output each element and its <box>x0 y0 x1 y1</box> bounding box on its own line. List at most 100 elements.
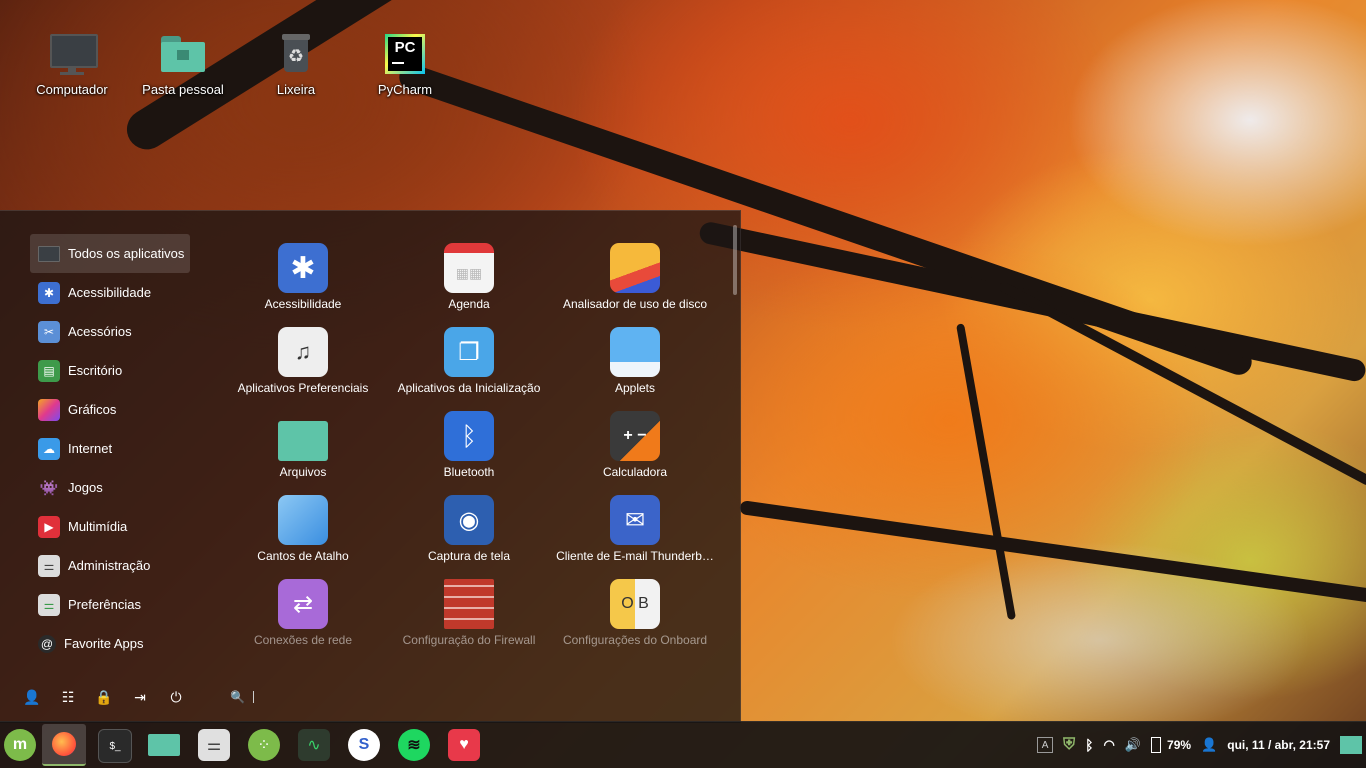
home-folder-icon <box>159 30 207 78</box>
category-preferences[interactable]: ⚌ Preferências <box>30 585 190 624</box>
computer-icon <box>48 30 98 78</box>
toggles-icon: ⚌ <box>38 593 60 616</box>
app-label: Aplicativos Preferenciais <box>237 381 369 395</box>
desktop-icon-trash[interactable]: ♻ Lixeira <box>246 30 346 97</box>
clock[interactable]: qui, 11 / abr, 21:57 <box>1227 738 1330 752</box>
disk-chart-icon <box>610 243 660 293</box>
show-desktop-icon[interactable] <box>1340 736 1362 754</box>
app-network-connections[interactable]: ⇄ Conexões de rede <box>220 569 386 647</box>
search-field[interactable]: 🔍 <box>230 690 254 704</box>
app-bluetooth[interactable]: ᛒ Bluetooth <box>386 401 552 479</box>
music-video-icon: ♫ <box>278 327 328 377</box>
logout-icon[interactable]: ⇥ <box>128 685 152 709</box>
app-label: Acessibilidade <box>264 297 342 311</box>
category-games[interactable]: 👾 Jogos <box>30 468 190 507</box>
spotify-icon[interactable]: ≋ <box>398 729 430 761</box>
taskbar: m $_ ⚌ ⁘ ∿ S ≋ ♥ A ⛨ ᛒ ◠ 🔊 79% 👤 qui, 11… <box>0 721 1366 768</box>
brick-wall-icon <box>444 579 494 629</box>
wallpaper-branch <box>997 280 1366 487</box>
firefox-icon[interactable] <box>42 724 86 766</box>
accessibility-icon: ✱ <box>38 281 60 304</box>
app-firewall[interactable]: Configuração do Firewall <box>386 569 552 647</box>
play-icon: ▶ <box>38 515 60 538</box>
category-internet[interactable]: ☁ Internet <box>30 429 190 468</box>
app-disk-usage[interactable]: Analisador de uso de disco <box>552 233 718 311</box>
wallpaper-branch <box>956 323 1017 621</box>
category-accessories[interactable]: ✂ Acessórios <box>30 312 190 351</box>
keyboard-keys-icon: O B <box>610 579 660 629</box>
grid-icon[interactable]: ⁘ <box>248 729 280 761</box>
windows-icon: ❐ <box>444 327 494 377</box>
camera-icon: ◉ <box>444 495 494 545</box>
app-onboard-settings[interactable]: O B Configurações do Onboard <box>552 569 718 647</box>
power-icon[interactable]: ⏻ <box>164 685 188 709</box>
battery-percent: 79% <box>1167 738 1192 752</box>
app-label: Configurações do Onboard <box>562 633 708 647</box>
app-label: Arquivos <box>279 465 327 479</box>
trash-icon: ♻ <box>272 30 320 78</box>
search-icon: 🔍 <box>230 690 245 704</box>
wifi-icon[interactable]: ◠ <box>1104 737 1115 753</box>
app-thunderbird[interactable]: ✉ Cliente de E-mail Thunderb… <box>552 485 718 563</box>
mail-icon: ✉ <box>610 495 660 545</box>
volume-icon[interactable]: 🔊 <box>1125 737 1141 753</box>
app-calendar[interactable]: ▦▦ Agenda <box>386 233 552 311</box>
bluetooth-icon[interactable]: ᛒ <box>1085 737 1093 753</box>
desktop-icon-home[interactable]: Pasta pessoal <box>133 30 233 97</box>
files-icon[interactable] <box>148 734 180 756</box>
office-icon: ▤ <box>38 359 60 382</box>
toggles-icon: ⚌ <box>38 554 60 577</box>
category-all-apps[interactable]: Todos os aplicativos <box>30 234 190 273</box>
app-label: Cliente de E-mail Thunderb… <box>556 549 714 563</box>
monitor-graph-icon[interactable]: ∿ <box>298 729 330 761</box>
cloud-icon: ☁ <box>38 437 60 460</box>
menu-session-bar: 👤 ☷ 🔒 ⇥ ⏻ 🔍 <box>20 685 254 709</box>
hot-corner-icon <box>278 495 328 545</box>
user-icon[interactable]: 👤 <box>20 685 44 709</box>
category-accessibility[interactable]: ✱ Acessibilidade <box>30 273 190 312</box>
app-grid: ✱ Acessibilidade ▦▦ Agenda Analisador de… <box>220 233 720 653</box>
at-icon: @ <box>38 634 56 653</box>
category-graphics[interactable]: Gráficos <box>30 390 190 429</box>
category-label: Jogos <box>68 480 103 495</box>
category-label: Todos os aplicativos <box>68 246 185 261</box>
category-label: Favorite Apps <box>64 636 144 651</box>
system-settings-icon[interactable]: ☷ <box>56 685 80 709</box>
app-accessibility[interactable]: ✱ Acessibilidade <box>220 233 386 311</box>
heart-icon[interactable]: ♥ <box>448 729 480 761</box>
desktop-icon-pycharm[interactable]: PC PyCharm <box>355 30 455 97</box>
accessibility-icon: ✱ <box>278 243 328 293</box>
category-favorite-apps[interactable]: @ Favorite Apps <box>30 624 190 663</box>
app-grid-scrollbar[interactable] <box>733 225 737 295</box>
desktop-icon-computer[interactable]: Computador <box>22 30 122 97</box>
battery-icon[interactable] <box>1151 737 1162 753</box>
category-label: Preferências <box>68 597 141 612</box>
arrows-icon: ⇄ <box>278 579 328 629</box>
app-files[interactable]: Arquivos <box>220 401 386 479</box>
category-label: Acessórios <box>68 324 132 339</box>
keyboard-layout-indicator[interactable]: A <box>1037 737 1054 753</box>
app-preferred-apps[interactable]: ♫ Aplicativos Preferenciais <box>220 317 386 395</box>
app-startup-apps[interactable]: ❐ Aplicativos da Inicialização <box>386 317 552 395</box>
app-label: Cantos de Atalho <box>257 549 349 563</box>
app-hot-corners[interactable]: Cantos de Atalho <box>220 485 386 563</box>
lock-icon[interactable]: 🔒 <box>92 685 116 709</box>
settings-icon[interactable]: ⚌ <box>198 729 230 761</box>
category-list: Todos os aplicativos ✱ Acessibilidade ✂ … <box>30 234 190 663</box>
graphics-icon <box>38 398 60 421</box>
desktop-icon-label: Lixeira <box>276 82 316 97</box>
category-multimedia[interactable]: ▶ Multimídia <box>30 507 190 546</box>
mint-menu-icon[interactable]: m <box>4 729 36 761</box>
search-cursor <box>252 691 254 703</box>
app-screenshot[interactable]: ◉ Captura de tela <box>386 485 552 563</box>
terminal-icon[interactable]: $_ <box>98 729 132 763</box>
app-applets[interactable]: Applets <box>552 317 718 395</box>
category-administration[interactable]: ⚌ Administração <box>30 546 190 585</box>
simplenote-icon[interactable]: S <box>348 729 380 761</box>
user-icon[interactable]: 👤 <box>1201 737 1217 753</box>
app-calculator[interactable]: + − Calculadora <box>552 401 718 479</box>
pycharm-icon: PC <box>381 30 429 78</box>
category-office[interactable]: ▤ Escritório <box>30 351 190 390</box>
shield-icon[interactable]: ⛨ <box>1063 736 1075 754</box>
calendar-icon: ▦▦ <box>444 243 494 293</box>
